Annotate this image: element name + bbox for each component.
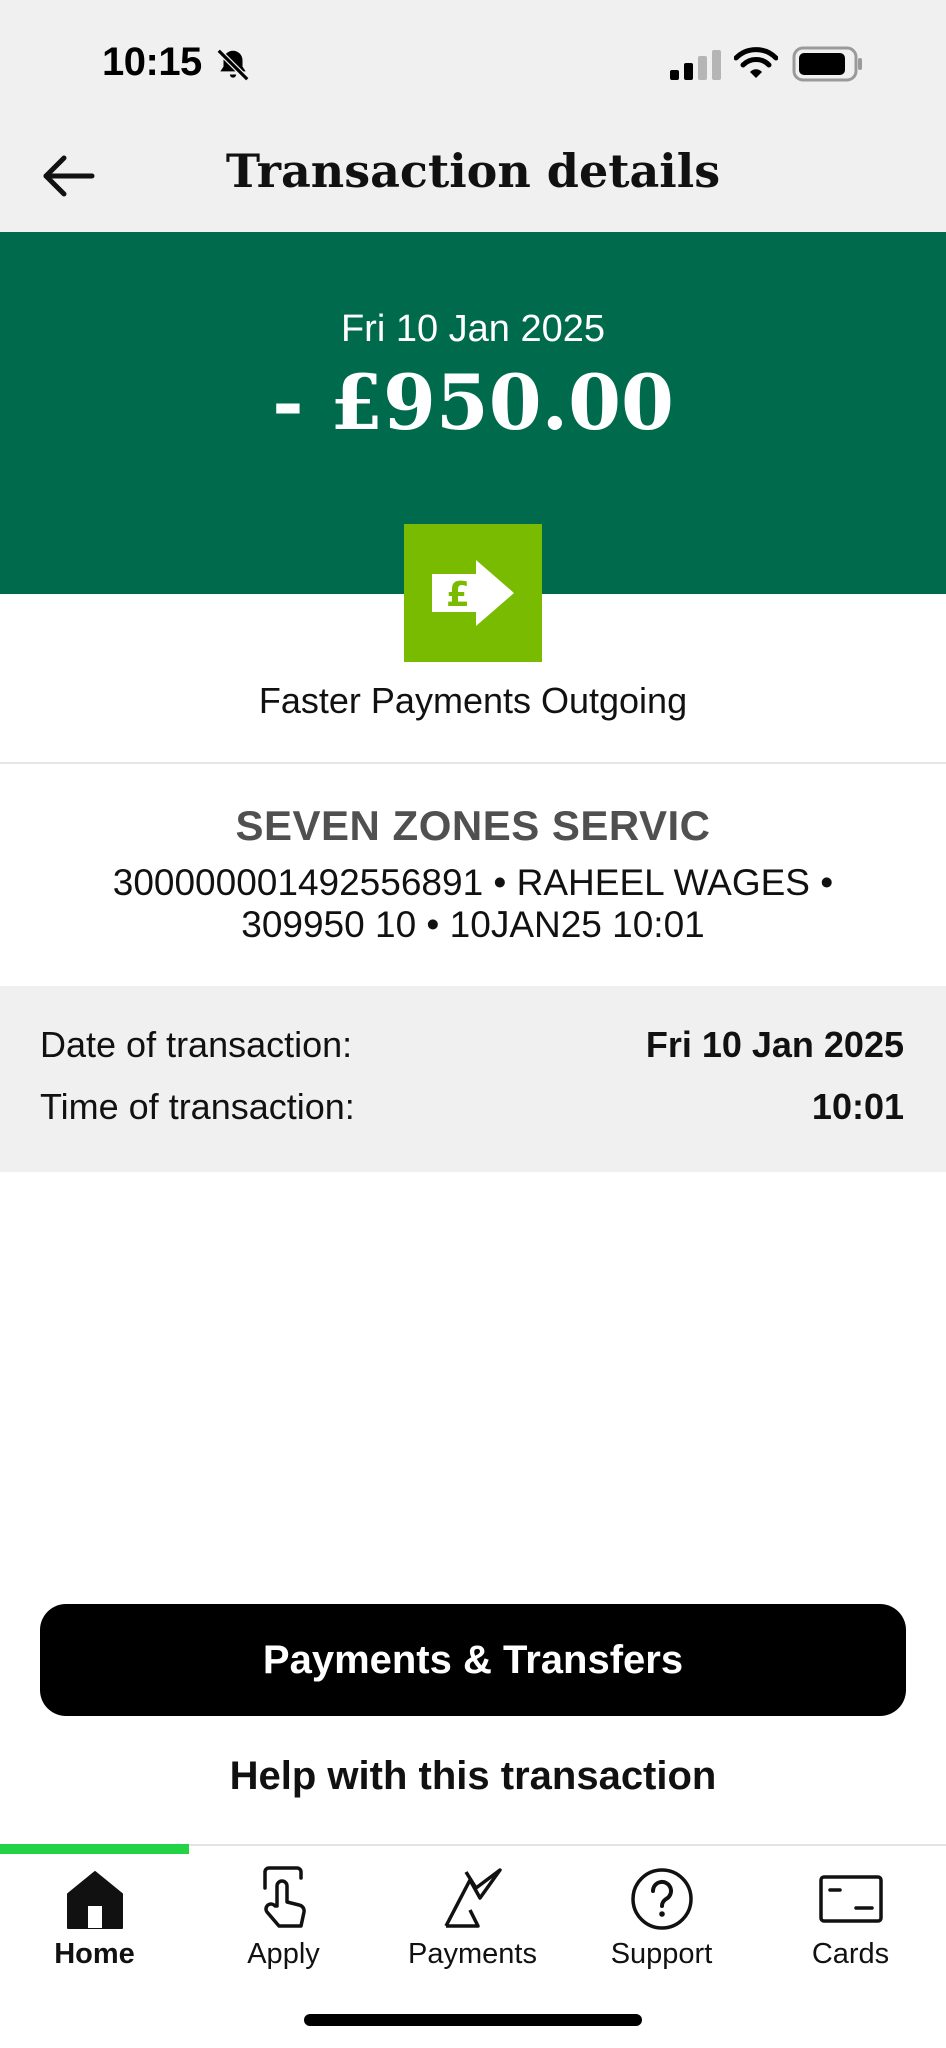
time-row: Time of transaction: 10:01 — [40, 1086, 904, 1136]
card-icon — [816, 1864, 886, 1934]
transaction-amount: - £950.00 — [272, 358, 674, 447]
question-circle-icon — [627, 1864, 697, 1934]
tab-apply-label: Apply — [247, 1938, 320, 1970]
date-value: Fri 10 Jan 2025 — [645, 1024, 904, 1065]
tab-home-label: Home — [54, 1938, 135, 1970]
help-transaction-link[interactable]: Help with this transaction — [0, 1754, 946, 1799]
tab-support[interactable]: Support — [567, 1864, 756, 1984]
tab-cards-label: Cards — [811, 1938, 890, 1970]
page-title: Transaction details — [225, 144, 721, 198]
payment-type-label: Faster Payments Outgoing — [258, 680, 688, 721]
tab-apply[interactable]: Apply — [189, 1864, 378, 1984]
payments-arrows-icon — [438, 1864, 508, 1934]
cell-signal-icon — [670, 50, 721, 80]
transaction-details-panel: Date of transaction: Fri 10 Jan 2025 Tim… — [0, 986, 946, 1172]
svg-text:£: £ — [446, 575, 470, 615]
tab-support-label: Support — [610, 1938, 713, 1970]
merchant-reference: 300000001492556891 • RAHEEL WAGES • 3099… — [112, 862, 834, 945]
status-time: 10:15 — [102, 40, 202, 84]
pound-arrow-icon: £ — [404, 524, 542, 662]
transaction-date-heading: Fri 10 Jan 2025 — [340, 308, 606, 350]
home-icon — [60, 1864, 130, 1934]
active-tab-indicator — [0, 1844, 189, 1854]
time-value: 10:01 — [811, 1086, 904, 1127]
home-indicator — [304, 2014, 642, 2026]
wifi-icon — [734, 47, 778, 78]
tab-payments-label: Payments — [408, 1938, 537, 1970]
tap-hand-icon — [249, 1864, 319, 1934]
date-row: Date of transaction: Fri 10 Jan 2025 — [40, 1024, 904, 1074]
battery-icon — [792, 46, 862, 82]
divider — [0, 762, 946, 764]
payments-transfers-button[interactable]: Payments & Transfers — [40, 1604, 906, 1716]
header: Transaction details — [0, 118, 946, 232]
tab-payments[interactable]: Payments — [378, 1864, 567, 1984]
tab-cards[interactable]: Cards — [756, 1864, 945, 1984]
bell-slash-icon — [216, 48, 250, 82]
time-label: Time of transaction: — [40, 1086, 355, 1127]
tab-home[interactable]: Home — [0, 1864, 189, 1984]
status-bar: 10:15 — [0, 0, 946, 118]
date-label: Date of transaction: — [40, 1024, 353, 1065]
merchant-name: SEVEN ZONES SERVIC — [235, 802, 711, 849]
